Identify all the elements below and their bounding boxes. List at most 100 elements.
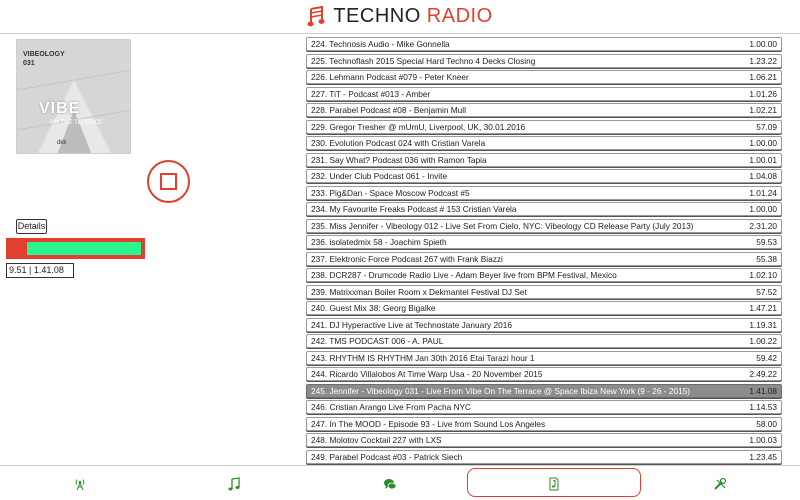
music-note-icon <box>228 476 240 490</box>
playlist-row[interactable]: 232. Under Club Podcast 061 - Invite 1.04… <box>306 169 782 183</box>
tools-icon <box>714 477 727 490</box>
playlist-row[interactable]: 228. Parabel Podcast #08 - Benjamin Mull… <box>306 103 782 117</box>
track-title: 241. DJ Hyperactive Live at Technostate … <box>311 319 512 330</box>
track-duration: 1.02.10 <box>749 270 777 280</box>
playback-progress-bar[interactable] <box>6 238 145 259</box>
playlist-row[interactable]: 249. Parabel Podcast #03 - Patrick Siech… <box>306 449 782 464</box>
track-title: 249. Parabel Podcast #03 - Patrick Siech <box>311 451 463 462</box>
track-title: 231. Say What? Podcast 036 with Ramon Ta… <box>311 154 487 165</box>
track-title: 232. Under Club Podcast 061 - Invite <box>311 171 448 181</box>
track-duration: 1.00.00 <box>749 39 777 49</box>
playlist-row[interactable]: 242. TMS PODCAST 006 - A. PAUL 1.00.22 <box>306 334 782 348</box>
playlist-row[interactable]: 247. In The MOOD - Episode 93 - Live fro… <box>306 416 782 431</box>
playlist-row[interactable]: 240. Guest Mix 38: Georg Bigalke 1.47.21 <box>306 301 782 315</box>
track-duration: 1.14.53 <box>749 402 777 412</box>
playlist-row[interactable]: 226. Lehmann Podcast #079 - Peter Kneer 1… <box>306 70 782 84</box>
track-title: 246. Cristian Arango Live From Pacha NYC <box>311 402 472 412</box>
playlist-row[interactable]: 243. RHYTHM IS RHYTHM Jan 30th 2016 Etai… <box>306 350 782 365</box>
track-duration: 1.01.26 <box>749 88 777 99</box>
bottom-tab-bar <box>0 465 800 500</box>
tab-music[interactable] <box>214 466 254 500</box>
time-readout: 9.51 | 1.41.08 <box>6 263 74 278</box>
track-title: 245. Jennifer - Vibeology 031 - Live Fro… <box>311 385 691 396</box>
track-duration: 55.38 <box>756 253 777 264</box>
track-duration: 1.01.24 <box>749 187 777 198</box>
track-title: 243. RHYTHM IS RHYTHM Jan 30th 2016 Etai… <box>311 352 535 363</box>
playlist-row[interactable]: 244. Ricardo Villalobos At Time Warp Usa… <box>306 367 782 381</box>
playlist-row[interactable]: 238. DCR287 - Drumcode Radio Live - Adam… <box>306 268 782 282</box>
track-title: 244. Ricardo Villalobos At Time Warp Usa… <box>311 369 543 379</box>
track-title: 226. Lehmann Podcast #079 - Peter Kneer <box>311 72 469 82</box>
playlist-row[interactable]: 224. Technosis Audio - Mike Gonnella 1.00… <box>306 37 782 51</box>
track-title: 234. My Favourite Freaks Podcast # 153 C… <box>311 204 517 214</box>
tab-tools[interactable] <box>700 466 740 500</box>
track-title: 237. Elektronic Force Podcast 267 with F… <box>311 253 503 264</box>
artwork-event: VIBE <box>39 100 81 117</box>
app-header: TECHNO RADIO <box>0 0 800 34</box>
track-duration: 59.42 <box>756 352 777 363</box>
details-button[interactable]: Details <box>16 219 47 234</box>
tab-radio[interactable] <box>60 466 100 500</box>
track-duration: 1.41.08 <box>749 385 777 396</box>
playlist-row[interactable]: 237. Elektronic Force Podcast 267 with F… <box>306 251 782 266</box>
playlist-row[interactable]: 246. Cristian Arango Live From Pacha NYC… <box>306 400 782 414</box>
album-artwork: VIBEOLOGY 031 VIBE ON THE TERRACE dkk <box>16 39 131 154</box>
playlist-row[interactable]: 236. isolatedmix 58 - Joachim Spieth 59.5… <box>306 235 782 249</box>
track-duration: 1.47.21 <box>749 303 777 313</box>
playlist-row[interactable]: 227. TiT - Podcast #013 - Amber 1.01.26 <box>306 86 782 101</box>
tab-chat[interactable] <box>370 466 410 500</box>
track-title: 248. Molotov Cocktail 227 with LXS <box>311 435 442 445</box>
podcast-playlist[interactable]: 224. Technosis Audio - Mike Gonnella 1.00… <box>306 37 782 465</box>
track-title: 239. Matrixxman Boiler Room x Dekmantel … <box>311 286 527 297</box>
track-duration: 57.09 <box>756 121 777 132</box>
stop-icon <box>160 173 177 190</box>
track-title: 225. Technoflash 2015 Special Hard Techn… <box>311 55 536 66</box>
playlist-row[interactable]: 230. Evolution Podcast 024 with Cristian… <box>306 136 782 150</box>
playlist-row[interactable]: 234. My Favourite Freaks Podcast # 153 C… <box>306 202 782 216</box>
artwork-series: VIBEOLOGY <box>23 51 65 58</box>
track-title: 238. DCR287 - Drumcode Radio Live - Adam… <box>311 270 617 280</box>
playlist-row[interactable]: 241. DJ Hyperactive Live at Technostate … <box>306 317 782 332</box>
stop-button[interactable] <box>147 160 190 203</box>
track-duration: 1.00.22 <box>749 336 777 346</box>
artwork-label: dkk <box>57 140 67 146</box>
track-duration: 1.00.03 <box>749 435 777 445</box>
track-title: 235. Miss Jennifer - Vibeology 012 - Liv… <box>311 220 694 231</box>
track-title: 230. Evolution Podcast 024 with Cristian… <box>311 138 486 148</box>
playlist-row[interactable]: 239. Matrixxman Boiler Room x Dekmantel … <box>306 284 782 299</box>
track-title: 236. isolatedmix 58 - Joachim Spieth <box>311 237 447 247</box>
track-duration: 57.52 <box>756 286 777 297</box>
artwork-subtitle: ON THE TERRACE <box>50 120 103 126</box>
app-title-part1: TECHNO <box>333 5 421 27</box>
track-title: 247. In The MOOD - Episode 93 - Live fro… <box>311 418 546 429</box>
playlist-row[interactable]: 248. Molotov Cocktail 227 with LXS 1.00.0… <box>306 433 782 447</box>
track-duration: 2.49.22 <box>749 369 777 379</box>
track-duration: 1.06.21 <box>749 72 777 82</box>
playlist-row[interactable]: 229. Gregor Tresher @ mUmU, Liverpool, U… <box>306 119 782 134</box>
track-duration: 1.23.45 <box>749 451 777 462</box>
playlist-row[interactable]: 231. Say What? Podcast 036 with Ramon Ta… <box>306 152 782 167</box>
radio-tower-icon <box>75 478 85 490</box>
selected-tab-indicator <box>467 468 641 497</box>
playlist-row[interactable]: 233. Pig&Dan - Space Moscow Podcast #5 1.… <box>306 185 782 200</box>
track-duration: 1.02.21 <box>749 105 777 115</box>
track-title: 224. Technosis Audio - Mike Gonnella <box>311 39 450 49</box>
track-duration: 1.00.00 <box>749 138 777 148</box>
artwork-number: 031 <box>23 60 35 67</box>
chat-bubbles-icon <box>384 478 397 489</box>
track-title: 228. Parabel Podcast #08 - Benjamin Mull <box>311 105 466 115</box>
music-note-logo-icon <box>307 5 325 26</box>
track-duration: 2.31.20 <box>749 220 777 231</box>
app-title-part2: RADIO <box>426 5 493 27</box>
track-duration: 1.00.01 <box>749 154 777 165</box>
track-duration: 58.00 <box>756 418 777 429</box>
playlist-row[interactable]: 235. Miss Jennifer - Vibeology 012 - Liv… <box>306 218 782 233</box>
track-duration: 1.23.22 <box>749 55 777 66</box>
track-title: 229. Gregor Tresher @ mUmU, Liverpool, U… <box>311 121 526 132</box>
playlist-row-active[interactable]: 245. Jennifer - Vibeology 031 - Live Fro… <box>306 383 782 398</box>
track-title: 240. Guest Mix 38: Georg Bigalke <box>311 303 436 313</box>
track-duration: 1.04.08 <box>749 171 777 181</box>
playlist-row[interactable]: 225. Technoflash 2015 Special Hard Techn… <box>306 53 782 68</box>
track-duration: 1.00.00 <box>749 204 777 214</box>
track-title: 227. TiT - Podcast #013 - Amber <box>311 88 431 99</box>
